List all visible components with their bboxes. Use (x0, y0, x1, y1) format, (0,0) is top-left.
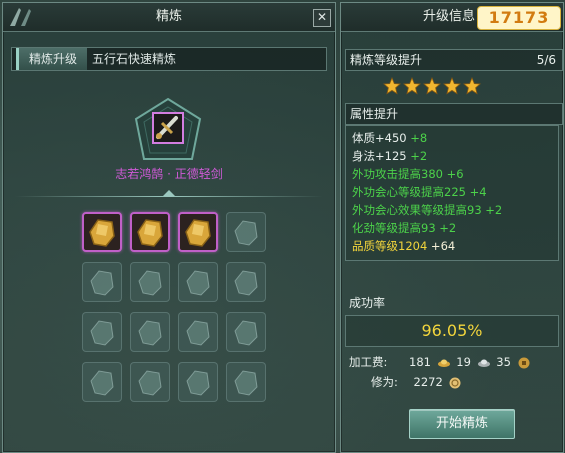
cultivation-value: 2272 (413, 375, 443, 389)
silver-ingot-icon (477, 359, 490, 367)
gold-stone-icon (137, 219, 163, 247)
attribute-line: 外功会心效果等级提高93 +2 (352, 202, 502, 218)
material-slot-empty[interactable] (226, 312, 266, 352)
attributes-list: 体质+450 +8 身法+125 +2 外功攻击提高380 +6 外功会心等级提高22… (345, 125, 559, 261)
divider-line (15, 196, 323, 197)
attribute-line: 体质+450 +8 (352, 130, 427, 146)
refine-level-count: 5/6 (536, 53, 556, 67)
divider-arrow-icon (163, 190, 175, 196)
attribute-text: 外功会心等级提高225 (352, 185, 466, 199)
attribute-bonus: +2 (406, 149, 428, 163)
material-slot-empty[interactable] (130, 362, 170, 402)
success-rate-value: 96.05% (345, 315, 559, 347)
cost-silver: 19 (456, 355, 471, 369)
cultivation-coin-icon (449, 377, 461, 388)
site-logo: 17173 (477, 6, 561, 30)
material-slot-filled[interactable] (82, 212, 122, 252)
cost-copper: 35 (496, 355, 511, 369)
material-slot-empty[interactable] (226, 362, 266, 402)
refine-window: 精炼 ✕ 精炼升级 五行石快速精炼 志若鸿鹄 · 正德轻剑 (2, 2, 336, 453)
material-slot-empty[interactable] (226, 262, 266, 302)
cultivation-row: 修为: 2272 (349, 373, 464, 391)
empty-stone-icon (90, 270, 114, 296)
empty-stone-icon (234, 220, 258, 246)
equipment-slot[interactable] (128, 93, 208, 173)
cost-label: 加工费: (349, 355, 388, 369)
tab-refine-upgrade[interactable]: 精炼升级 (16, 48, 87, 70)
gold-stone-icon (185, 219, 211, 247)
refine-window-title: 精炼 (155, 9, 182, 24)
refine-level-label: 精炼等级提升 (350, 53, 423, 67)
star-icon (463, 76, 481, 95)
material-slot-empty[interactable] (130, 312, 170, 352)
success-rate-header: 成功率 (345, 293, 561, 313)
cost-row: 加工费: 181 19 35 (349, 353, 533, 371)
empty-stone-icon (90, 370, 114, 396)
material-slot-empty[interactable] (178, 262, 218, 302)
empty-stone-icon (138, 270, 162, 296)
empty-stone-icon (90, 320, 114, 346)
star-icon (443, 76, 461, 95)
attribute-bonus: +64 (427, 239, 456, 253)
attribute-text: 体质+450 (352, 131, 407, 145)
empty-stone-icon (186, 320, 210, 346)
close-button[interactable]: ✕ (313, 9, 331, 27)
material-slot-empty[interactable] (82, 312, 122, 352)
star-icon (383, 76, 401, 95)
refine-level-header: 精炼等级提升 5/6 (345, 49, 563, 71)
attribute-bonus: +6 (442, 167, 464, 181)
attribute-line: 外功会心等级提高225 +4 (352, 184, 487, 200)
attribute-bonus: +2 (435, 221, 457, 235)
refine-window-titlebar[interactable]: 精炼 ✕ (3, 3, 335, 32)
refine-tabs: 精炼升级 五行石快速精炼 (11, 47, 327, 71)
attribute-text: 化劲等级提高93 (352, 221, 436, 235)
empty-stone-icon (234, 320, 258, 346)
material-slot-filled[interactable] (130, 212, 170, 252)
attribute-line: 外功攻击提高380 +6 (352, 166, 464, 182)
star-icon (423, 76, 441, 95)
equipment-name: 志若鸿鹄 · 正德轻剑 (115, 167, 223, 181)
star-icon (403, 76, 421, 95)
empty-stone-icon (234, 270, 258, 296)
start-refine-button[interactable]: 开始精炼 (409, 409, 515, 439)
gold-stone-icon (89, 219, 115, 247)
attribute-line: 品质等级1204 +64 (352, 238, 455, 254)
empty-stone-icon (138, 370, 162, 396)
upgrade-info-window: 升级信息 17173 精炼等级提升 5/6 属性提升 体质+450 +8 身法+1… (340, 2, 564, 453)
attribute-line: 化劲等级提高93 +2 (352, 220, 456, 236)
material-slot-empty[interactable] (82, 362, 122, 402)
material-slot-empty[interactable] (130, 262, 170, 302)
attribute-bonus: +8 (406, 131, 428, 145)
attribute-line: 身法+125 +2 (352, 148, 427, 164)
attribute-text: 品质等级1204 (352, 239, 428, 253)
refine-stars (383, 76, 483, 95)
empty-stone-icon (138, 320, 162, 346)
upgrade-info-titlebar: 升级信息 17173 (341, 3, 563, 32)
attributes-header: 属性提升 (345, 103, 563, 125)
gold-ingot-icon (437, 359, 450, 367)
material-slot-filled[interactable] (178, 212, 218, 252)
copper-coin-icon (518, 357, 530, 368)
attribute-bonus: +2 (481, 203, 503, 217)
tab-quick-refine[interactable]: 五行石快速精炼 (92, 48, 202, 70)
empty-stone-icon (186, 370, 210, 396)
cultivation-label: 修为: (371, 375, 398, 389)
empty-stone-icon (234, 370, 258, 396)
cost-gold: 181 (409, 355, 431, 369)
attribute-text: 外功会心效果等级提高93 (352, 203, 482, 217)
material-slot-empty[interactable] (226, 212, 266, 252)
sword-emblem-icon (10, 8, 31, 26)
material-slot-empty[interactable] (178, 312, 218, 352)
material-slot-empty[interactable] (178, 362, 218, 402)
material-slot-empty[interactable] (82, 262, 122, 302)
attribute-text: 外功攻击提高380 (352, 167, 443, 181)
attributes-label: 属性提升 (350, 107, 399, 121)
success-rate-label: 成功率 (349, 296, 386, 310)
attribute-text: 身法+125 (352, 149, 407, 163)
upgrade-info-title: 升级信息 (423, 9, 476, 24)
attribute-bonus: +4 (465, 185, 487, 199)
empty-stone-icon (186, 270, 210, 296)
